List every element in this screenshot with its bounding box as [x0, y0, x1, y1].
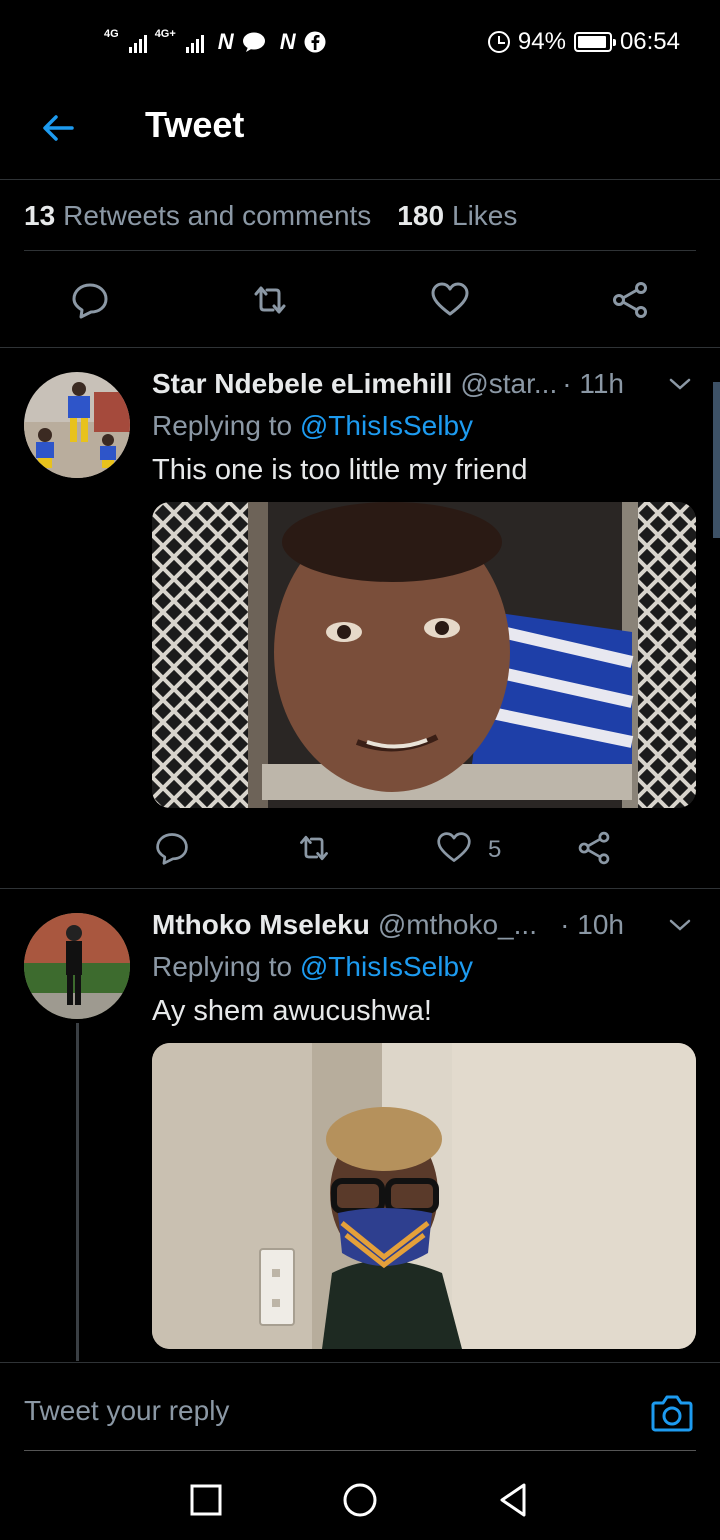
- retweets-label[interactable]: Retweets and comments: [63, 200, 371, 232]
- status-right: 94% 06:54: [487, 28, 680, 56]
- avatar[interactable]: [24, 913, 130, 1019]
- replying-to: Replying to @ThisIsSelby: [152, 951, 473, 983]
- back-icon[interactable]: [494, 1480, 534, 1520]
- chat-bubble-icon: [242, 32, 265, 52]
- author-name[interactable]: Mthoko Mseleku: [152, 909, 370, 941]
- tweet-text: Ay shem awucushwa!: [152, 995, 432, 1027]
- facebook-icon: [304, 31, 326, 53]
- home-icon[interactable]: [340, 1480, 380, 1520]
- tweet-text: This one is too little my friend: [152, 454, 528, 486]
- notification-n-icon: N: [217, 29, 234, 54]
- system-nav-bar: [0, 1460, 720, 1540]
- reply-tweet[interactable]: Star Ndebele eLimehill @star... · 11h Re…: [0, 348, 720, 888]
- replying-to: Replying to @ThisIsSelby: [152, 410, 473, 442]
- network-type-2: 4G+: [154, 28, 176, 40]
- replying-prefix: Replying to: [152, 410, 293, 441]
- signal-icon: [128, 31, 147, 53]
- reply-tweet[interactable]: Mthoko Mseleku @mthoko_... · 10h Replyin…: [0, 889, 720, 1361]
- chevron-down-icon[interactable]: [668, 372, 692, 396]
- replying-prefix: Replying to: [152, 951, 293, 982]
- tweet-image[interactable]: [152, 502, 696, 808]
- mention-link[interactable]: @ThisIsSelby: [300, 410, 473, 441]
- back-arrow-icon[interactable]: [38, 108, 78, 148]
- reply-composer: Tweet your reply: [0, 1362, 720, 1460]
- retweets-count[interactable]: 13: [24, 200, 55, 232]
- tweet-action-row: [0, 252, 720, 348]
- page-title: Tweet: [145, 104, 245, 145]
- signal-icon: [185, 31, 204, 53]
- avatar[interactable]: [24, 372, 130, 478]
- tweet-header: Star Ndebele eLimehill @star... · 11h: [152, 368, 696, 400]
- tweet-stats: 13 Retweets and comments 180 Likes: [24, 181, 696, 251]
- share-icon[interactable]: [576, 830, 612, 866]
- chevron-down-icon[interactable]: [668, 913, 692, 937]
- reply-icon[interactable]: [154, 830, 190, 866]
- retweet-icon[interactable]: [296, 830, 332, 866]
- camera-icon[interactable]: [650, 1391, 694, 1435]
- author-handle[interactable]: @mthoko_...: [378, 909, 537, 941]
- likes-count[interactable]: 180: [397, 200, 444, 232]
- like-icon[interactable]: [430, 280, 470, 320]
- status-left: 4G 4G+ N N: [104, 29, 326, 55]
- like-icon[interactable]: [436, 830, 472, 866]
- notification-n-icon: N: [279, 29, 296, 54]
- recent-apps-icon[interactable]: [186, 1480, 226, 1520]
- author-name[interactable]: Star Ndebele eLimehill: [152, 368, 452, 400]
- thread-line: [76, 1023, 79, 1361]
- likes-label[interactable]: Likes: [452, 200, 517, 232]
- tweet-header: Mthoko Mseleku @mthoko_... · 10h: [152, 909, 696, 941]
- retweet-icon[interactable]: [250, 280, 290, 320]
- tweet-time: · 10h: [560, 909, 624, 940]
- tweet-time: · 11h: [562, 368, 624, 399]
- share-icon[interactable]: [610, 280, 650, 320]
- network-type-1: 4G: [104, 28, 119, 40]
- app-header: Tweet: [0, 84, 720, 180]
- reply-icon[interactable]: [70, 280, 110, 320]
- status-bar: 4G 4G+ N N 94% 06:54: [0, 0, 720, 84]
- battery-icon: [573, 32, 616, 52]
- mention-link[interactable]: @ThisIsSelby: [300, 951, 473, 982]
- like-count: 5: [488, 836, 502, 863]
- battery-percent: 94%: [517, 28, 566, 55]
- author-handle[interactable]: @star...: [460, 368, 557, 400]
- reply-input[interactable]: Tweet your reply: [24, 1395, 229, 1427]
- tweet-image[interactable]: [152, 1043, 696, 1349]
- clock: 06:54: [619, 28, 680, 55]
- alarm-icon: [487, 31, 510, 53]
- reply-underline: [24, 1450, 696, 1451]
